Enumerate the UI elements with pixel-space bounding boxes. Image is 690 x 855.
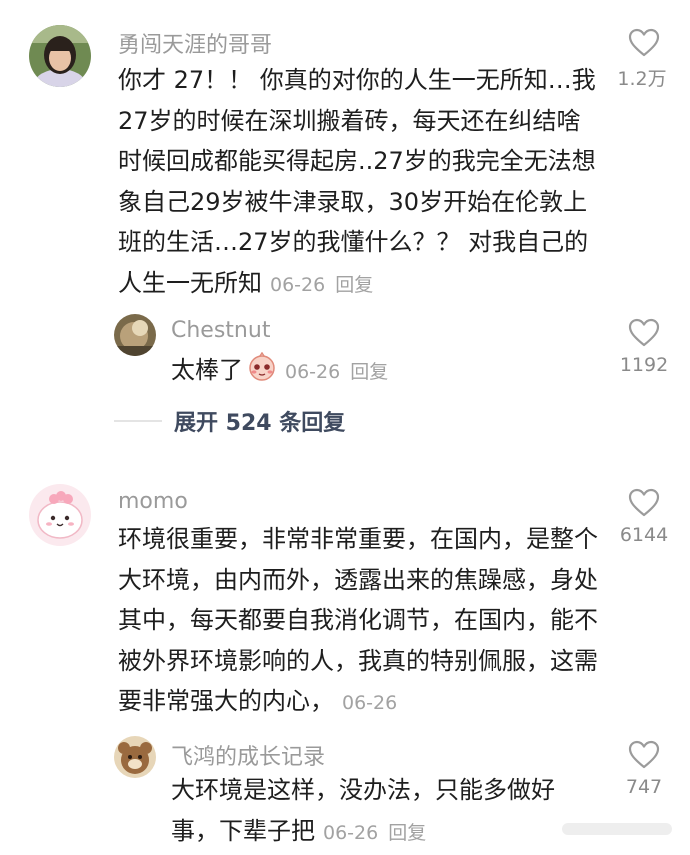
reply-date: 06-26 xyxy=(323,821,379,844)
avatar[interactable] xyxy=(114,314,156,356)
expand-divider xyxy=(114,420,162,422)
reply-username[interactable]: Chestnut xyxy=(171,318,270,343)
comment-body: 你才 27！！ 你真的对你的人生一无所知…我27岁的时候在深圳搬着砖，每天还在纠… xyxy=(118,66,596,297)
like-count: 747 xyxy=(625,776,663,798)
reply-body: 太棒了 xyxy=(171,356,243,384)
comment-item: 勇闯天涯的哥哥 你才 27！！ 你真的对你的人生一无所知…我27岁的时候在深圳搬… xyxy=(0,0,690,470)
like-count: 1.2万 xyxy=(617,68,667,90)
comment-username[interactable]: momo xyxy=(118,489,188,514)
like-button[interactable]: 1192 xyxy=(614,318,674,376)
comment-date: 06-26 xyxy=(270,273,326,296)
heart-outline-icon xyxy=(628,488,660,517)
heart-outline-icon xyxy=(628,318,660,347)
comment-text: 环境很重要，非常非常重要，在国内，是整个大环境，由内而外，透露出来的焦躁感，身处… xyxy=(118,519,602,724)
avatar[interactable] xyxy=(29,484,91,546)
comment-date: 06-26 xyxy=(342,692,398,714)
like-count: 6144 xyxy=(619,524,669,546)
reply-username[interactable]: 飞鸿的成长记录 xyxy=(171,739,325,771)
reply-button[interactable]: 回复 xyxy=(388,822,426,844)
reply-meta: 06-26 回复 xyxy=(323,822,426,844)
reply-item: Chestnut 太棒了 06-26 回复 1192 xyxy=(0,312,690,392)
comment-item: momo 环境很重要，非常非常重要，在国内，是整个大环境，由内而外，透露出来的焦… xyxy=(0,478,690,855)
like-count: 1192 xyxy=(619,354,669,376)
comment-username[interactable]: 勇闯天涯的哥哥 xyxy=(118,27,272,59)
reply-date: 06-26 xyxy=(285,361,341,383)
expand-replies-label: 展开 524 条回复 xyxy=(174,411,346,436)
avatar[interactable] xyxy=(29,25,91,87)
comment-thread: 勇闯天涯的哥哥 你才 27！！ 你真的对你的人生一无所知…我27岁的时候在深圳搬… xyxy=(0,0,690,855)
watermark-logo xyxy=(562,823,672,835)
heart-outline-icon xyxy=(628,28,660,57)
reply-button[interactable]: 回复 xyxy=(335,274,373,296)
like-button[interactable]: 1.2万 xyxy=(614,28,674,91)
reply-button[interactable]: 回复 xyxy=(350,361,388,383)
comment-body: 环境很重要，非常非常重要，在国内，是整个大环境，由内而外，透露出来的焦躁感，身处… xyxy=(118,525,598,715)
expand-replies-button[interactable]: 展开 524 条回复 xyxy=(114,405,345,437)
reply-text: 大环境是这样，没办法，只能多做好事，下辈子把 06-26 回复 xyxy=(171,770,586,853)
like-button[interactable]: 747 xyxy=(614,740,674,798)
comment-text: 你才 27！！ 你真的对你的人生一无所知…我27岁的时候在深圳搬着砖，每天还在纠… xyxy=(118,60,596,305)
heart-outline-icon xyxy=(628,740,660,769)
reply-text: 太棒了 06-26 回复 xyxy=(171,350,591,395)
like-button[interactable]: 6144 xyxy=(614,488,674,546)
comment-meta: 06-26 回复 xyxy=(270,274,373,296)
comment-meta: 06-26 xyxy=(342,692,397,714)
reply-meta: 06-26 回复 xyxy=(285,361,388,383)
blushing-face-sticker xyxy=(247,351,277,395)
avatar[interactable] xyxy=(114,736,156,778)
